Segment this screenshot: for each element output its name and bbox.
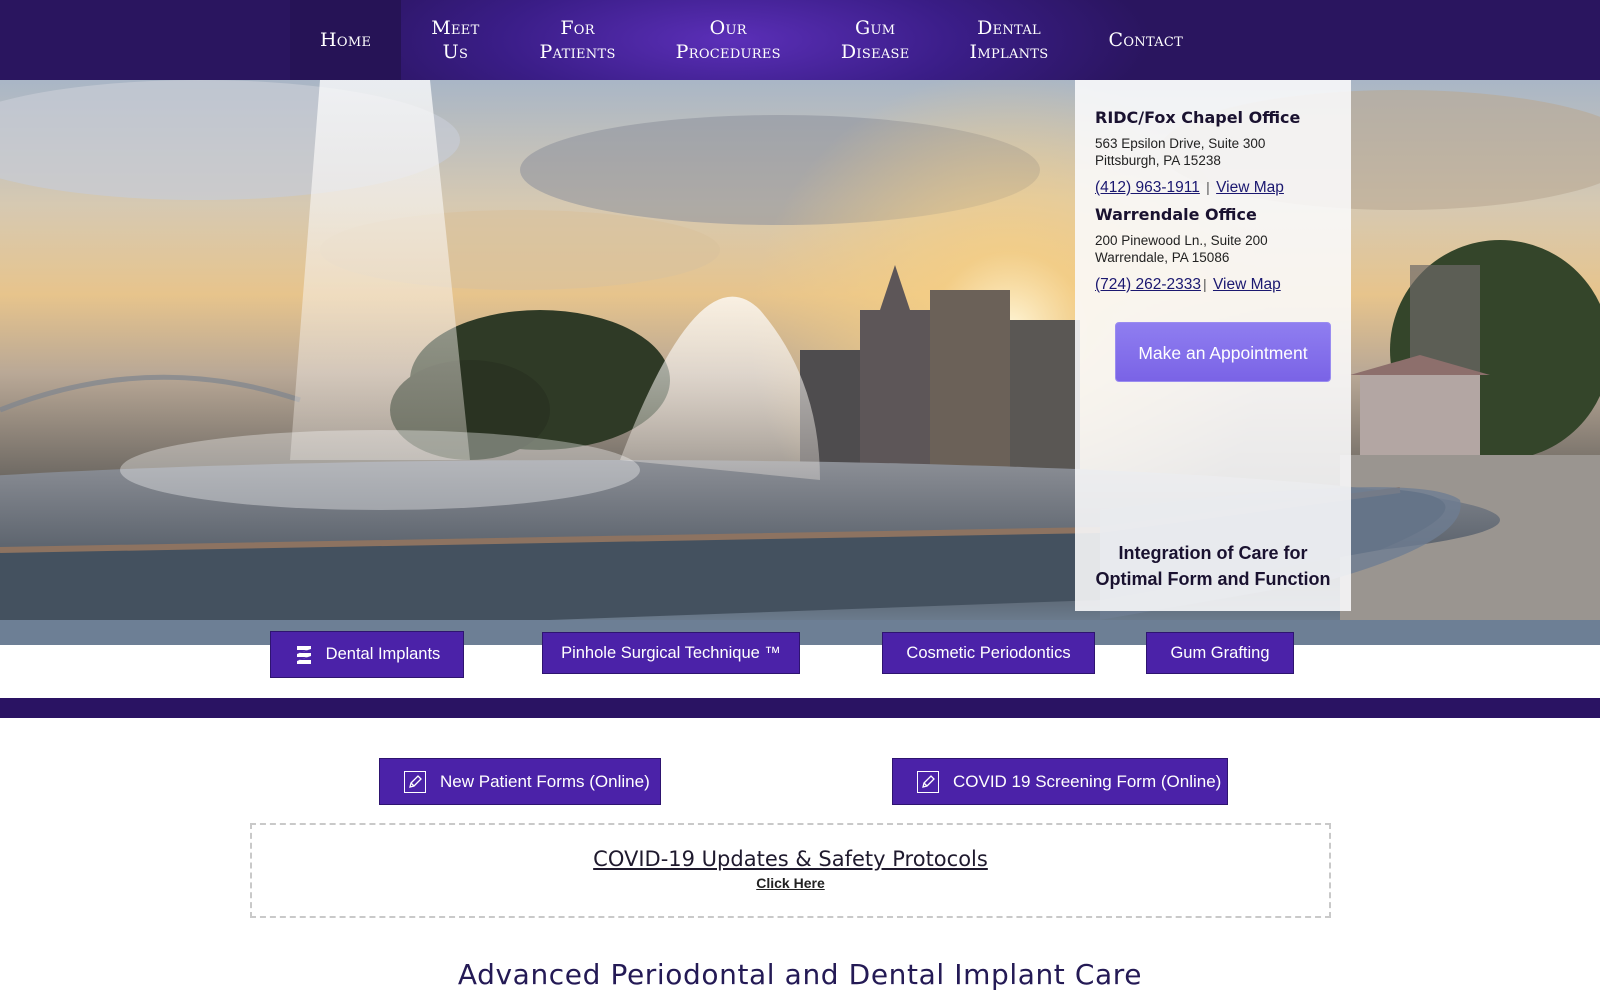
covid-updates-link[interactable]: COVID-19 Updates & Safety Protocols <box>593 847 988 871</box>
dental-implants-label: Dental Implants <box>325 645 441 663</box>
office-contact-links: (724) 262-2333 | View Map <box>1095 276 1331 294</box>
gum-grafting-label: Gum Grafting <box>1170 643 1270 662</box>
cosmetic-periodontics-label: Cosmetic Periodontics <box>906 643 1071 662</box>
office-name: Warrendale Office <box>1095 205 1257 224</box>
pinhole-surgical-technique-button[interactable]: Pinhole Surgical Technique ™ <box>542 632 800 674</box>
pinhole-label: Pinhole Surgical Technique ™ <box>561 643 781 662</box>
dental-implants-button[interactable]: Dental Implants <box>270 631 464 678</box>
nav-meet-us-label: Meet Us <box>431 17 480 63</box>
nav-for-patients-label: For Patients <box>539 17 616 63</box>
nav-dental-implants-label: Dental Implants <box>969 17 1049 63</box>
hero-illustration <box>0 80 1600 645</box>
new-patient-forms-label: New Patient Forms (Online) <box>440 771 650 791</box>
separator: | <box>1206 179 1210 195</box>
nav-for-patients[interactable]: For Patients <box>510 0 646 80</box>
nav-home[interactable]: Home <box>290 0 402 80</box>
implant-icon <box>296 645 311 664</box>
office-address-line: Warrendale, PA 15086 <box>1095 250 1230 265</box>
new-patient-forms-button[interactable]: New Patient Forms (Online) <box>379 758 661 805</box>
tagline-line: Integration of Care for <box>1118 543 1308 563</box>
nav-contact[interactable]: Contact <box>1078 0 1213 80</box>
gum-grafting-button[interactable]: Gum Grafting <box>1146 632 1294 674</box>
covid-updates-box: COVID-19 Updates & Safety Protocols Clic… <box>250 823 1331 918</box>
separator: | <box>1203 276 1207 292</box>
nav-contact-label: Contact <box>1108 29 1184 51</box>
pencil-edit-icon <box>404 770 426 793</box>
divider-band <box>0 698 1600 718</box>
office-name: RIDC/Fox Chapel Office <box>1095 108 1301 127</box>
hero-image <box>0 80 1600 645</box>
office-address-line: 563 Epsilon Drive, Suite 300 <box>1095 136 1266 151</box>
nav-gum-disease[interactable]: Gum Disease <box>811 0 940 80</box>
office-address-line: Pittsburgh, PA 15238 <box>1095 153 1221 168</box>
covid-screening-form-label: COVID 19 Screening Form (Online) <box>953 771 1222 791</box>
main-nav: Home Meet Us For Patients Our Procedures Gu… <box>0 0 1600 80</box>
nav-dental-implants[interactable]: Dental Implants <box>940 0 1079 80</box>
nav-our-procedures[interactable]: Our Procedures <box>646 0 811 80</box>
office-contact-links: (412) 963-1911 | View Map <box>1095 179 1331 197</box>
nav-gum-disease-label: Gum Disease <box>840 17 910 63</box>
pencil-edit-icon <box>917 770 939 793</box>
nav-home-label: Home <box>320 29 372 51</box>
phone-link[interactable]: (724) 262-2333 <box>1095 276 1201 293</box>
cosmetic-periodontics-button[interactable]: Cosmetic Periodontics <box>882 632 1095 674</box>
tagline: Integration of Care for Optimal Form and… <box>1075 540 1351 592</box>
make-appointment-button[interactable]: Make an Appointment <box>1115 322 1331 382</box>
covid-screening-form-button[interactable]: COVID 19 Screening Form (Online) <box>892 758 1228 805</box>
view-map-link[interactable]: View Map <box>1213 276 1281 293</box>
click-here-link[interactable]: Click Here <box>252 875 1329 891</box>
nav-meet-us[interactable]: Meet Us <box>401 0 509 80</box>
tagline-line: Optimal Form and Function <box>1095 569 1331 589</box>
section-heading: Advanced Periodontal and Dental Implant … <box>457 958 1143 991</box>
view-map-link[interactable]: View Map <box>1216 179 1284 196</box>
office-info-panel: RIDC/Fox Chapel Office 563 Epsilon Drive… <box>1075 80 1351 611</box>
nav-our-procedures-label: Our Procedures <box>675 17 781 63</box>
phone-link[interactable]: (412) 963-1911 <box>1095 179 1200 196</box>
office-address-line: 200 Pinewood Ln., Suite 200 <box>1095 233 1268 248</box>
nav-menu: Home Meet Us For Patients Our Procedures Gu… <box>290 0 1213 80</box>
